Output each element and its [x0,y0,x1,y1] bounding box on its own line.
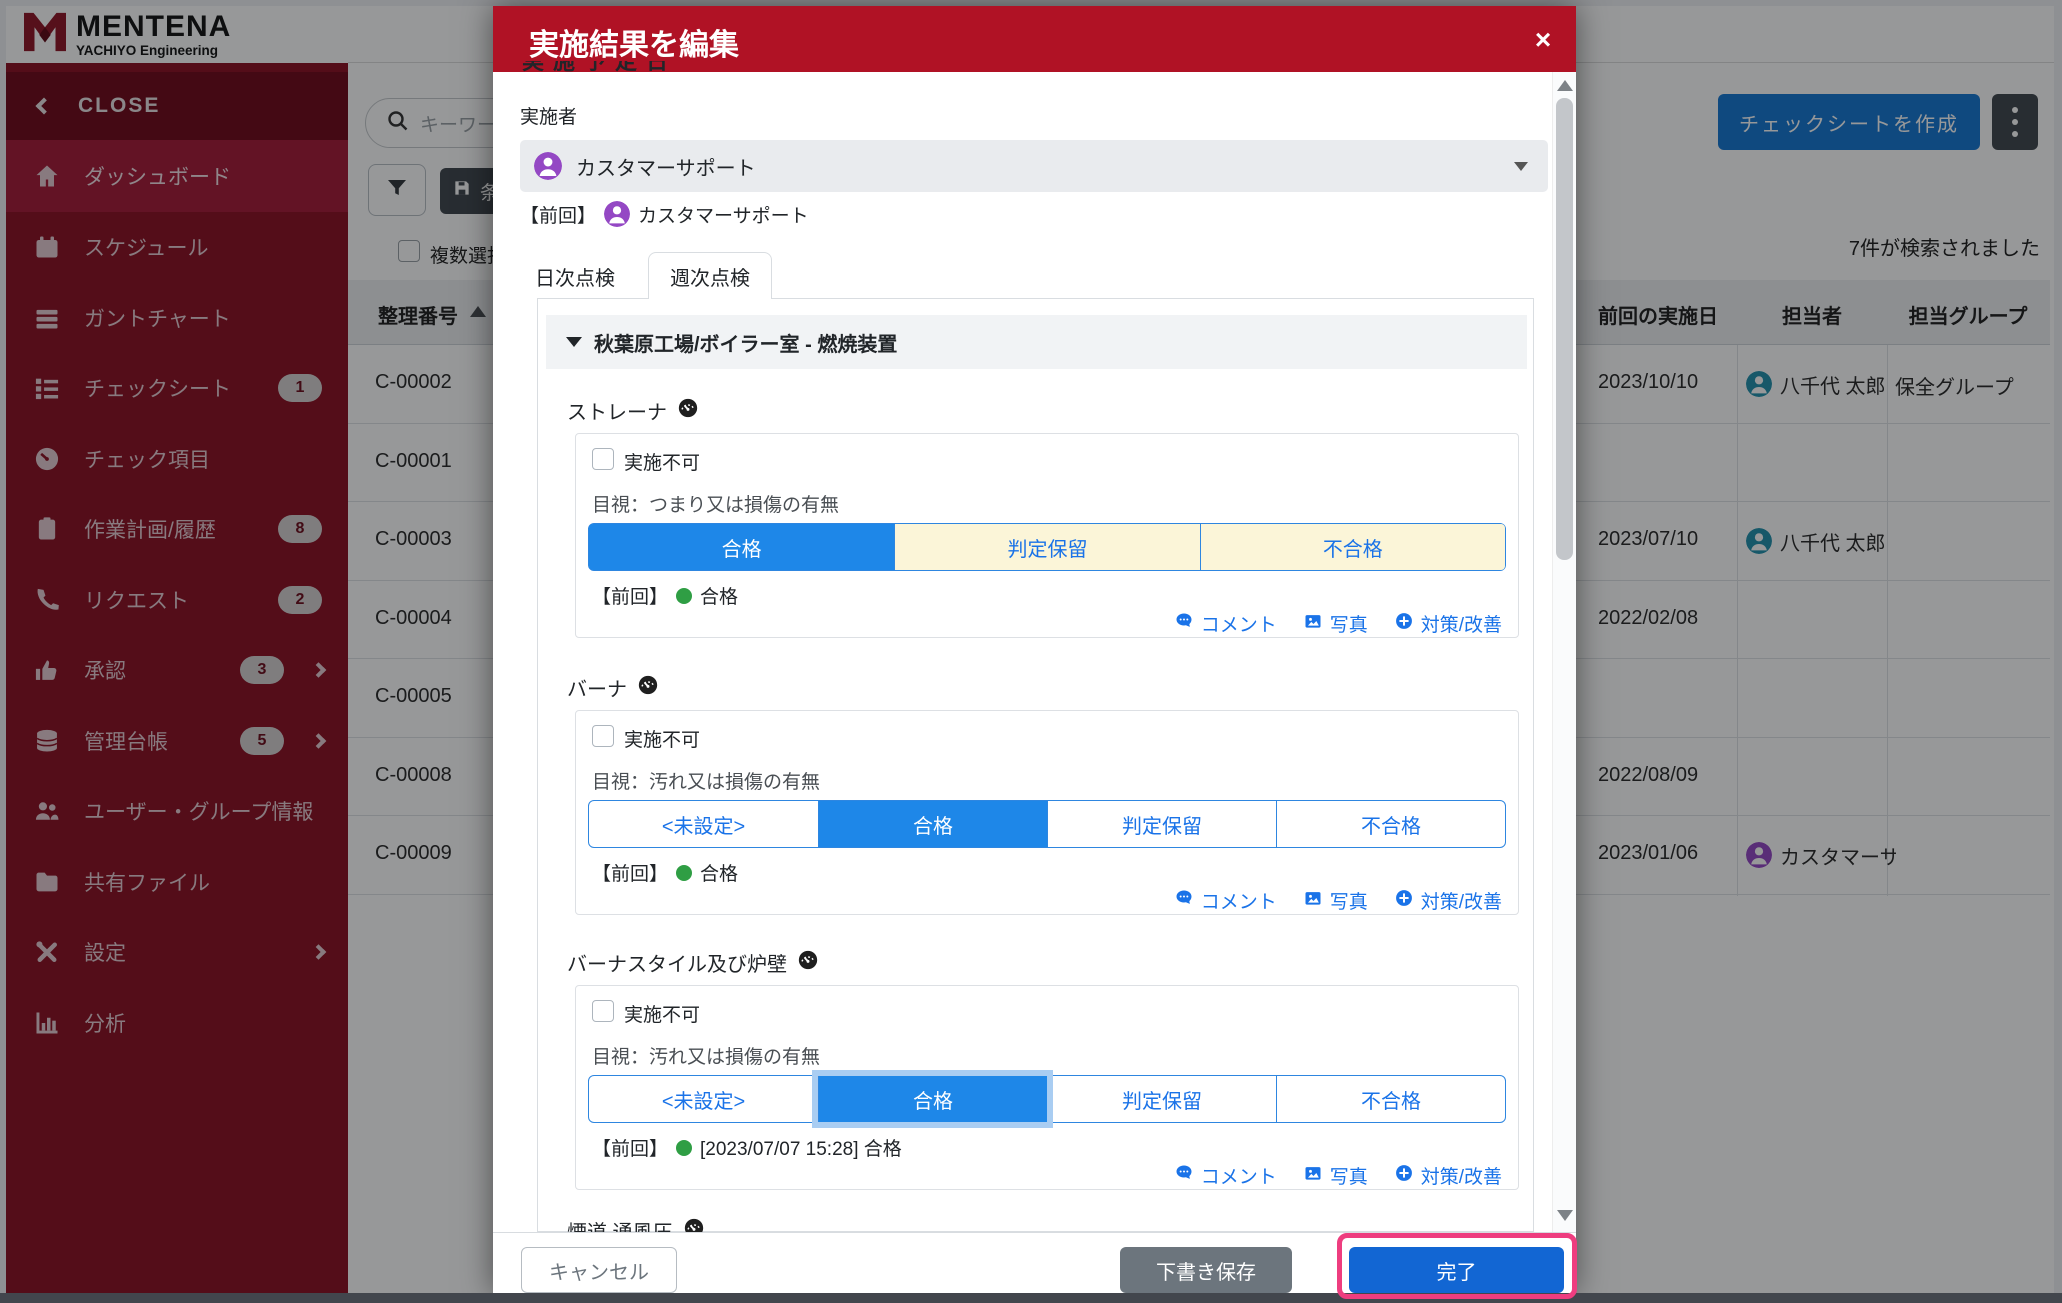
not-executable-checkbox[interactable] [592,725,614,747]
previous-implementer-value: カスタマーサポート [638,201,809,228]
result-segmented-control: <未設定>合格判定保留不合格 [588,1075,1506,1123]
plus-link[interactable]: 対策/改善 [1394,887,1502,914]
comment-icon [1174,888,1194,914]
scrollbar-thumb[interactable] [1556,98,1573,560]
item-action-links: コメント写真対策/改善 [1174,887,1502,914]
criteria-text: 目視：汚れ又は損傷の有無 [592,767,820,794]
equipment-group-label: 秋葉原工場/ボイラー室 - 燃焼装置 [594,328,897,357]
photo-link[interactable]: 写真 [1303,610,1368,637]
plus-link[interactable]: 対策/改善 [1394,610,1502,637]
comment-link[interactable]: コメント [1174,887,1277,914]
previous-implementer-row: 【前回】 カスタマーサポート [520,200,809,228]
scroll-down-icon[interactable] [1557,1210,1573,1221]
chevron-down-icon [1514,162,1528,171]
tab-daily[interactable]: 日次点検 [535,262,615,291]
check-item-card: 実施不可目視：つまり又は損傷の有無合格判定保留不合格【前回】合格コメント写真対策… [575,433,1519,638]
plus-icon [1394,888,1414,914]
check-item-label: ストレーナ [567,396,699,425]
result-option-3[interactable]: 不合格 [1276,1076,1505,1122]
status-green-dot [676,588,692,604]
plus-icon [1394,611,1414,637]
check-item-label: バーナスタイル及び炉壁 [567,948,819,977]
result-option-1[interactable]: 合格 [818,1076,1047,1122]
complete-button[interactable]: 完了 [1349,1247,1564,1293]
comment-link[interactable]: コメント [1174,610,1277,637]
user-avatar [534,152,562,180]
not-executable-checkbox[interactable] [592,448,614,470]
item-action-links: コメント写真対策/改善 [1174,610,1502,637]
plus-link[interactable]: 対策/改善 [1394,1162,1502,1189]
modal-footer: キャンセル 下書き保存 完了 [493,1232,1576,1294]
user-avatar [604,201,630,227]
result-segmented-control: <未設定>合格判定保留不合格 [588,800,1506,848]
item-action-links: コメント写真対策/改善 [1174,1162,1502,1189]
result-option-0[interactable]: 合格 [589,524,894,570]
previous-result: 【前回】合格 [592,859,738,886]
implementer-select[interactable]: カスタマーサポート [520,140,1548,192]
result-option-2[interactable]: 不合格 [1200,524,1505,570]
check-item-card: 実施不可目視：汚れ又は損傷の有無 <未設定>合格判定保留不合格【前回】[2023/… [575,985,1519,1190]
comment-icon [1174,611,1194,637]
result-option-1[interactable]: 合格 [818,801,1047,847]
tab-weekly[interactable]: 週次点検 [648,252,772,299]
previous-result: 【前回】合格 [592,582,738,609]
save-draft-button[interactable]: 下書き保存 [1120,1247,1292,1293]
plus-icon [1394,1163,1414,1189]
screen: MENTENA YACHIYO Engineering チェックシート カスタマ… [0,0,2062,1303]
modal-title: 実施結果を編集 [529,20,739,64]
gauge-icon [677,397,699,425]
modal-scrollbar[interactable] [1552,72,1576,1232]
photo-link[interactable]: 写真 [1303,1162,1368,1189]
cancel-button[interactable]: キャンセル [521,1247,677,1293]
not-executable-label: 実施不可 [624,1000,700,1027]
criteria-text: 目視：汚れ又は損傷の有無 [592,1042,820,1069]
implementer-value: カスタマーサポート [576,152,756,181]
previous-label: 【前回】 [520,201,596,228]
status-green-dot [676,865,692,881]
photo-icon [1303,611,1323,637]
not-executable-label: 実施不可 [624,448,700,475]
equipment-group-header[interactable]: 秋葉原工場/ボイラー室 - 燃焼装置 [546,315,1527,369]
result-option-2[interactable]: 判定保留 [1047,1076,1276,1122]
chevron-down-icon [566,337,582,347]
result-segmented-control: 合格判定保留不合格 [588,523,1506,571]
not-executable-label: 実施不可 [624,725,700,752]
window-bottom-edge [0,1293,2062,1303]
result-option-0[interactable]: <未設定> [589,1076,818,1122]
photo-icon [1303,888,1323,914]
close-icon[interactable]: × [1523,20,1563,60]
implementer-label: 実施者 [520,102,577,129]
status-green-dot [676,1140,692,1156]
gauge-icon [797,949,819,977]
gauge-icon [637,674,659,702]
criteria-text: 目視：つまり又は損傷の有無 [592,490,839,517]
edit-result-modal: 実施結果を編集 × 実施予定日 実施者 カスタマーサポート 【前回】 カスタマー… [493,6,1576,1294]
photo-icon [1303,1163,1323,1189]
previous-result: 【前回】[2023/07/07 15:28] 合格 [592,1134,902,1161]
scroll-up-icon[interactable] [1557,80,1573,91]
check-item-label: バーナ [567,673,659,702]
result-option-2[interactable]: 判定保留 [1047,801,1276,847]
result-option-0[interactable]: <未設定> [589,801,818,847]
result-option-1[interactable]: 判定保留 [894,524,1199,570]
clipped-field-label: 実施予定日 [522,61,762,72]
comment-link[interactable]: コメント [1174,1162,1277,1189]
photo-link[interactable]: 写真 [1303,887,1368,914]
result-option-3[interactable]: 不合格 [1276,801,1505,847]
check-item-card: 実施不可目視：汚れ又は損傷の有無 <未設定>合格判定保留不合格【前回】合格コメント… [575,710,1519,915]
not-executable-checkbox[interactable] [592,1000,614,1022]
comment-icon [1174,1163,1194,1189]
